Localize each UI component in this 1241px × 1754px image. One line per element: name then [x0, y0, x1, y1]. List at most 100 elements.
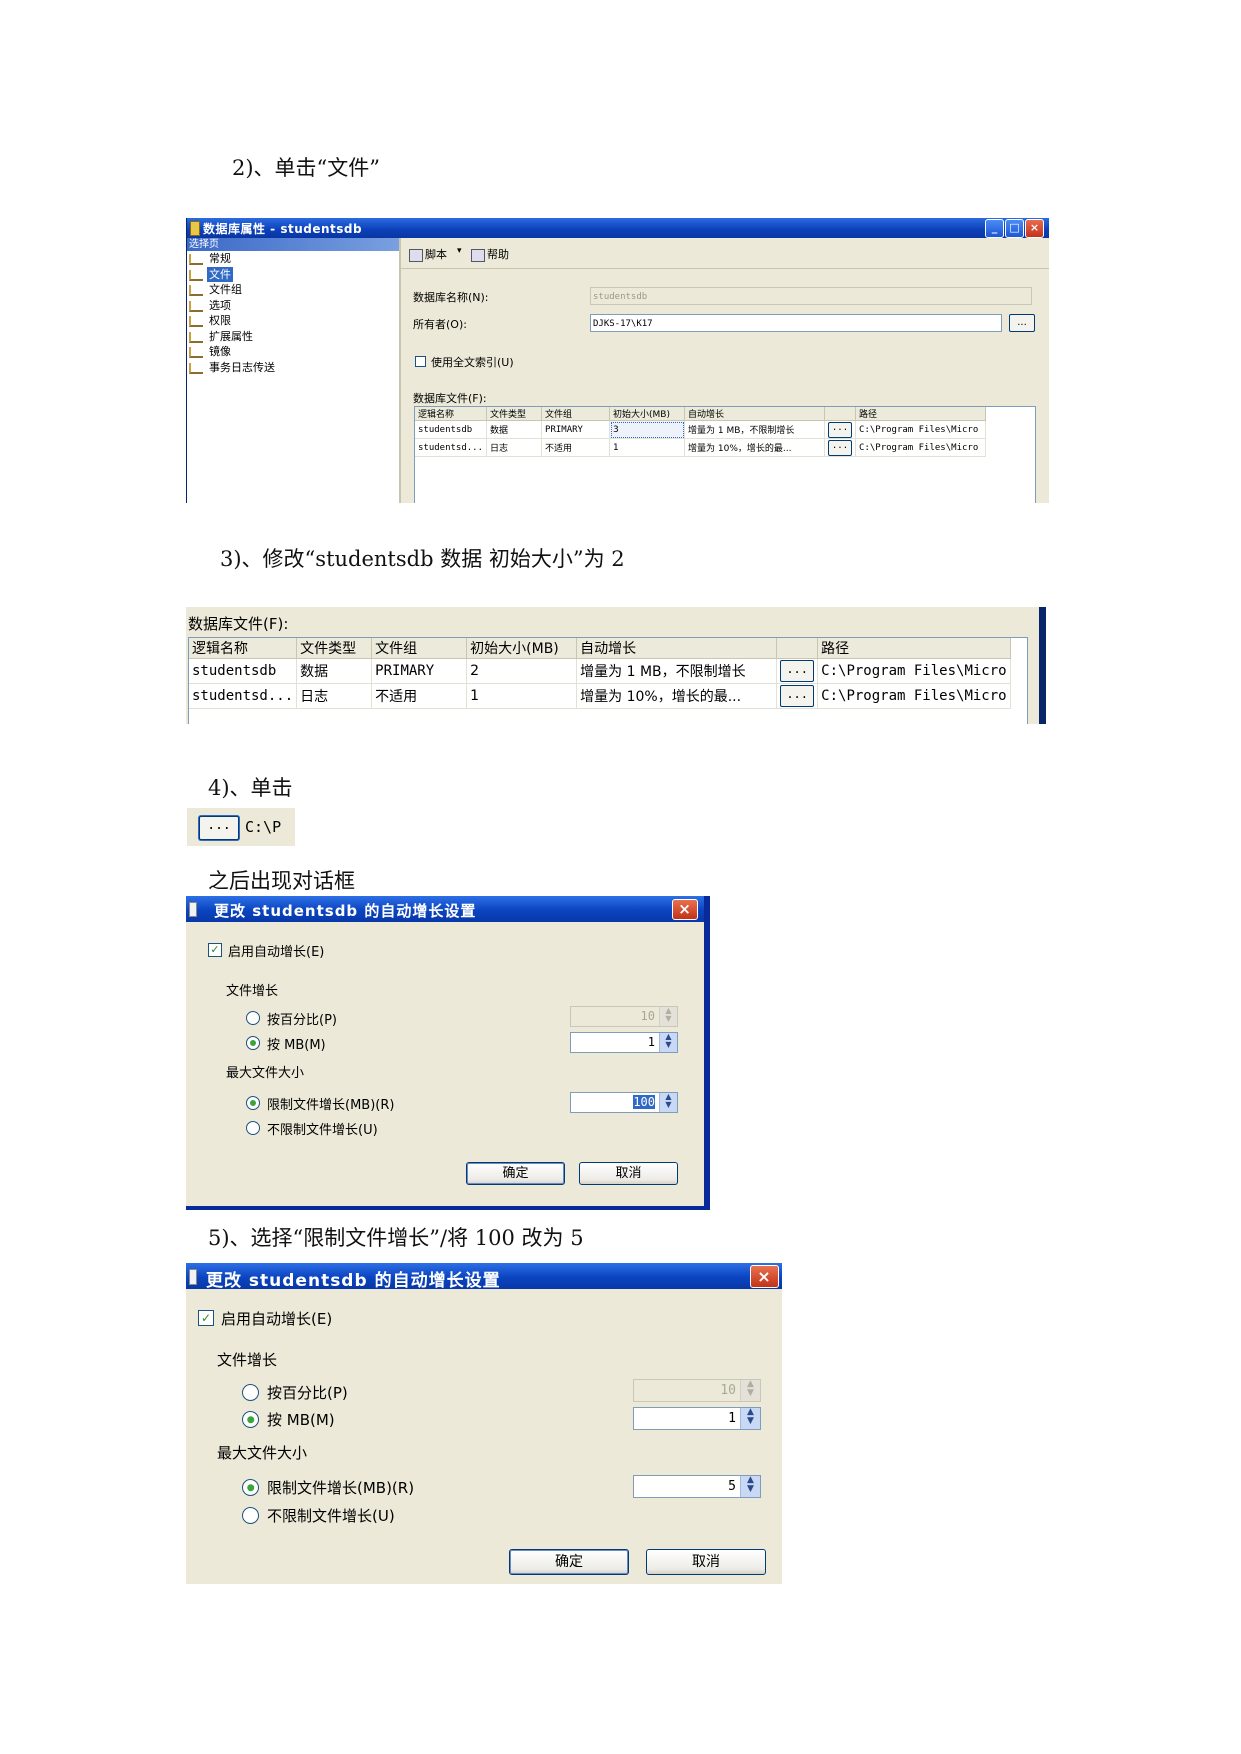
by-percent-label: 按百分比(P)	[267, 1013, 337, 1028]
autogrow-browse-button[interactable]: ...	[828, 421, 853, 438]
nav-item[interactable]: 常规	[187, 251, 399, 267]
page-icon	[189, 285, 203, 296]
script-button[interactable]: 脚本	[409, 246, 447, 262]
grid-cell: 日志	[296, 683, 373, 709]
owner-field[interactable]: DJKS-17\K17	[590, 314, 1002, 332]
db-name-label: 数据库名称(N):	[413, 291, 489, 304]
dialog-close-button[interactable]: ×	[750, 1265, 779, 1288]
spinner-arrows-icon[interactable]: ▲ ▼	[659, 1007, 677, 1026]
spinner-arrows-icon[interactable]: ▲ ▼	[740, 1476, 760, 1497]
dialog-titlebar: 更改 studentsdb 的自动增长设置 ×	[186, 896, 704, 922]
grid-column-header[interactable]: 自动增长	[684, 407, 826, 421]
grid-column-header[interactable]: 逻辑名称	[189, 638, 298, 659]
limit-spinner[interactable]: 100 ▲ ▼	[570, 1092, 678, 1113]
grid-column-header[interactable]: 逻辑名称	[415, 407, 488, 421]
grid-cell[interactable]: 1	[609, 438, 686, 457]
by-mb-radio[interactable]	[242, 1411, 259, 1428]
grid-cell: 增量为 10%，增长的最...	[576, 683, 778, 709]
limit-spinner[interactable]: 5 ▲ ▼	[633, 1475, 761, 1498]
percent-spinner[interactable]: 10 ▲ ▼	[570, 1006, 678, 1027]
unlimited-growth-radio[interactable]	[242, 1507, 259, 1524]
grid-cell: PRIMARY	[541, 420, 611, 439]
grid-column-header[interactable]: 文件组	[371, 638, 468, 659]
grid-row[interactable]: studentsdb 数据 PRIMARY 2 增量为 1 MB，不限制增长... C:\…	[189, 658, 1011, 684]
database-properties-window: 数据库属性 - studentsdb _ □ × 选择页 常规 文件 文件组 选项 权限…	[186, 218, 1049, 503]
mb-spinner[interactable]: 1 ▲ ▼	[633, 1407, 761, 1430]
grid-cell[interactable]: 2	[466, 658, 578, 684]
page-icon	[189, 316, 203, 327]
grid-row[interactable]: studentsd... 日志 不适用 1 增量为 10%，增长的最...... C:\P…	[189, 683, 1011, 709]
maximize-button[interactable]: □	[1005, 219, 1024, 238]
grid-row[interactable]: studentsd... 日志 不适用 1 增量为 10%，增长的最...... C:\P…	[415, 438, 987, 457]
cancel-button[interactable]: 取消	[579, 1162, 678, 1185]
by-percent-radio[interactable]	[242, 1384, 259, 1401]
nav-item[interactable]: 选项	[187, 298, 399, 314]
fulltext-checkbox[interactable]	[415, 356, 426, 367]
unlimited-growth-radio[interactable]	[246, 1121, 260, 1135]
grid-cell: 增量为 10%，增长的最...	[684, 438, 826, 457]
minimize-button[interactable]: _	[985, 219, 1004, 238]
limit-growth-radio[interactable]	[242, 1479, 259, 1496]
grid-cell[interactable]: studentsdb	[189, 658, 298, 684]
spinner-arrows-icon[interactable]: ▲ ▼	[659, 1033, 677, 1052]
grid-cell[interactable]: studentsd...	[415, 438, 488, 457]
nav-item-label: 权限	[209, 314, 231, 327]
script-dropdown-arrow[interactable]: ▾	[457, 246, 462, 256]
file-growth-label: 文件增长	[226, 984, 279, 999]
limit-growth-radio[interactable]	[246, 1096, 260, 1110]
step-4-caption: 4)、单击	[208, 776, 293, 800]
mb-spinner[interactable]: 1 ▲ ▼	[570, 1032, 678, 1053]
nav-item[interactable]: 权限	[187, 313, 399, 329]
autogrow-browse-button[interactable]: ...	[828, 439, 853, 456]
grid-cell[interactable]: 3	[609, 420, 686, 439]
grid-column-header[interactable]: 路径	[855, 407, 987, 421]
limit-growth-label: 限制文件增长(MB)(R)	[267, 1479, 415, 1497]
grid-column-header[interactable]: 文件类型	[486, 407, 543, 421]
by-mb-radio[interactable]	[246, 1036, 260, 1050]
max-size-label: 最大文件大小	[226, 1066, 305, 1081]
nav-item[interactable]: 事务日志传送	[187, 360, 399, 376]
dialog-close-button[interactable]: ×	[672, 899, 698, 920]
grid-row[interactable]: studentsdb 数据 PRIMARY 3 增量为 1 MB，不限制增长... C:\…	[415, 420, 987, 439]
nav-item[interactable]: 镜像	[187, 344, 399, 360]
pane-splitter[interactable]	[399, 238, 401, 503]
ok-button[interactable]: 确定	[509, 1549, 629, 1575]
grid-cell[interactable]: studentsdb	[415, 420, 488, 439]
nav-item[interactable]: 文件组	[187, 282, 399, 298]
select-page-list: 常规 文件 文件组选项 权限扩展属性 镜像 事务日志传送	[187, 251, 399, 375]
spinner-arrows-icon[interactable]: ▲ ▼	[740, 1408, 760, 1429]
grid-column-header[interactable]	[776, 638, 819, 659]
fulltext-label: 使用全文索引(U)	[431, 356, 514, 369]
autogrow-browse-button[interactable]: ...	[780, 660, 815, 682]
cancel-button[interactable]: 取消	[646, 1549, 766, 1575]
grid-column-header[interactable]: 自动增长	[576, 638, 778, 659]
nav-item[interactable]: 文件	[187, 266, 399, 282]
grid-column-header[interactable]: 初始大小(MB)	[466, 638, 578, 659]
close-button[interactable]: ×	[1025, 219, 1044, 238]
help-button[interactable]: 帮助	[471, 246, 509, 262]
autogrow-browse-button[interactable]: ...	[780, 685, 815, 707]
grid-cell[interactable]: studentsd...	[189, 683, 298, 709]
by-percent-radio[interactable]	[246, 1011, 260, 1025]
spinner-arrows-icon[interactable]: ▲ ▼	[740, 1380, 760, 1401]
window-titlebar: 数据库属性 - studentsdb _ □ ×	[187, 218, 1049, 238]
window-title: 数据库属性 - studentsdb	[203, 222, 363, 236]
grid-column-header[interactable]: 文件类型	[296, 638, 373, 659]
db-name-field[interactable]: studentsdb	[590, 287, 1032, 305]
enable-autogrow-checkbox[interactable]: ✓	[198, 1310, 214, 1326]
autogrow-browse-button[interactable]: ...	[199, 816, 239, 840]
owner-browse-button[interactable]: ...	[1009, 314, 1035, 332]
grid-column-header[interactable]: 初始大小(MB)	[609, 407, 686, 421]
nav-item[interactable]: 扩展属性	[187, 329, 399, 345]
by-percent-label: 按百分比(P)	[267, 1384, 348, 1402]
ok-button[interactable]: 确定	[466, 1162, 565, 1185]
grid-column-header[interactable]: 文件组	[541, 407, 611, 421]
nav-item-label: 文件组	[209, 283, 242, 296]
grid-column-header[interactable]: 路径	[817, 638, 1011, 659]
grid-cell[interactable]: 1	[466, 683, 578, 709]
grid-column-header[interactable]	[824, 407, 857, 421]
percent-spinner[interactable]: 10 ▲ ▼	[633, 1379, 761, 1402]
enable-autogrow-checkbox[interactable]: ✓	[208, 943, 222, 957]
dialog-icon	[189, 902, 197, 917]
spinner-arrows-icon[interactable]: ▲ ▼	[659, 1093, 677, 1112]
